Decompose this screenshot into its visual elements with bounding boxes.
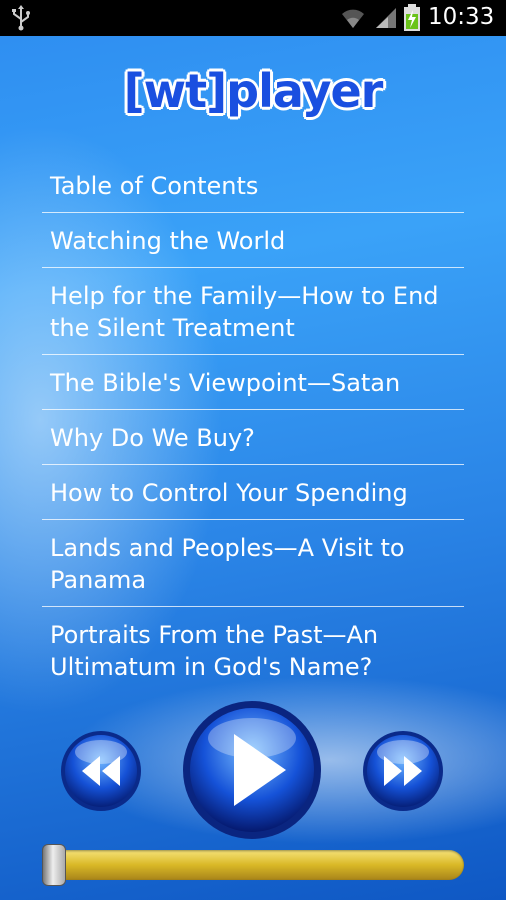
list-item[interactable]: How to Control Your Spending: [42, 465, 464, 520]
list-item[interactable]: Table of Contents: [42, 158, 464, 213]
toc-list[interactable]: Table of Contents Watching the World Hel…: [42, 158, 464, 680]
rewind-button[interactable]: [60, 730, 142, 812]
signal-icon: [376, 8, 396, 28]
app-logo: [wt]player: [123, 64, 384, 118]
list-item[interactable]: Why Do We Buy?: [42, 410, 464, 465]
battery-charging-icon: [404, 4, 420, 31]
list-item[interactable]: Help for the Family—How to End the Silen…: [42, 268, 464, 355]
list-item[interactable]: Watching the World: [42, 213, 464, 268]
list-item[interactable]: Portraits From the Past—An Ultimatum in …: [42, 607, 464, 680]
wifi-icon: [342, 9, 364, 28]
list-item[interactable]: Lands and Peoples—A Visit to Panama: [42, 520, 464, 607]
seek-bar[interactable]: [42, 850, 464, 880]
play-button[interactable]: [182, 700, 322, 840]
fast-forward-button[interactable]: [362, 730, 444, 812]
seek-thumb[interactable]: [42, 844, 66, 886]
list-item[interactable]: The Bible's Viewpoint—Satan: [42, 355, 464, 410]
status-clock: 10:33: [428, 4, 495, 30]
status-bar: 10:33: [0, 0, 506, 36]
player-controls: [0, 690, 506, 900]
usb-icon: [12, 5, 30, 31]
